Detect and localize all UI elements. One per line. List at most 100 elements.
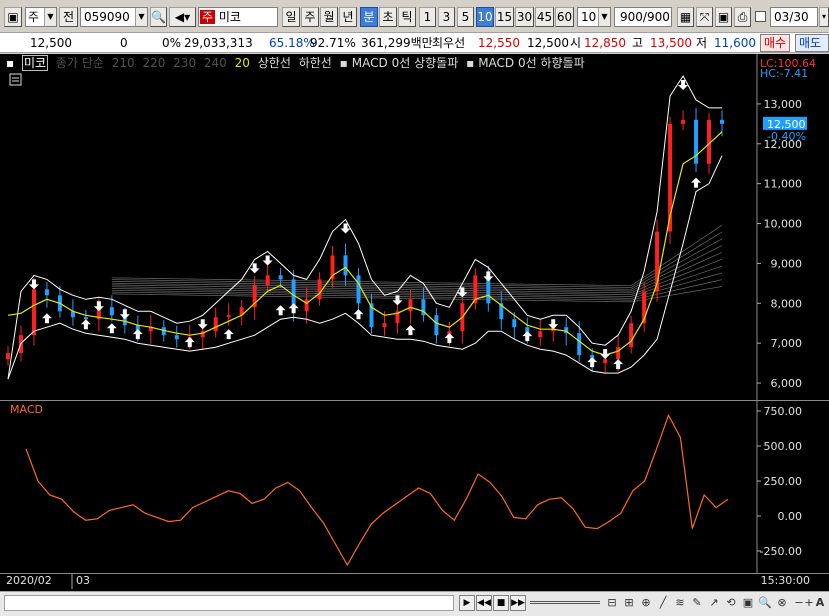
candle-body: [356, 275, 361, 304]
price-tick-label: 13,000: [764, 98, 803, 111]
period-day-button[interactable]: 일: [282, 7, 300, 27]
candle-body: [603, 359, 608, 364]
candle-body: [577, 333, 582, 356]
bottom-toolbar: ▶ ◀◀ ■ ▶▶ ⊟ ⊞ ⊕ ╱ ≋ ✎ ↗ ⟲ ▣ 🔍 ⊗ − + A: [0, 591, 829, 616]
interval-45-button[interactable]: 45: [535, 7, 554, 27]
count-field[interactable]: 900/900: [614, 7, 672, 27]
sell-signal-arrow: [28, 279, 39, 290]
macd-title: MACD: [10, 403, 43, 416]
scroll-first-button[interactable]: ◀◀: [476, 595, 492, 611]
candle-body: [538, 331, 543, 338]
period-year-button[interactable]: 년: [339, 7, 357, 27]
stop-button[interactable]: ■: [493, 595, 509, 611]
period-week-button[interactable]: 주: [301, 7, 319, 27]
interval-60-button[interactable]: 60: [555, 7, 574, 27]
interval-30-button[interactable]: 30: [515, 7, 534, 27]
line-tool-icon[interactable]: ╱: [655, 595, 671, 611]
scroll-last-button[interactable]: ▶▶: [510, 595, 526, 611]
candle-body: [681, 119, 686, 124]
search-icon[interactable]: 🔍: [150, 7, 167, 27]
scroll-right-button[interactable]: ▶: [459, 595, 475, 611]
speaker-icon[interactable]: ◀▾: [169, 7, 196, 27]
price-tick-label: 9,000: [771, 257, 803, 270]
buy-signal-arrow: [223, 329, 234, 340]
chart-scrollbar-track[interactable]: [4, 595, 454, 611]
chart-area[interactable]: ▪ 미코 종가 단순 210 220 230 240 20 상한선 하한선 ▪ M…: [0, 54, 829, 591]
candle-body: [343, 255, 348, 276]
long-ma-line: [111, 238, 723, 290]
fibo-tool-icon[interactable]: ≋: [672, 595, 688, 611]
sell-signal-arrow: [600, 349, 611, 360]
interval-15-button[interactable]: 15: [495, 7, 514, 27]
interval-select[interactable]: 10 ▼: [577, 7, 611, 27]
zoom-out-icon[interactable]: ⊟: [604, 595, 620, 611]
low-price: 11,600: [714, 36, 756, 50]
interval-5-button[interactable]: 5: [457, 7, 474, 27]
chevron-down-icon: ▼: [44, 8, 56, 26]
candle-body: [174, 335, 179, 340]
high-label: 고: [632, 36, 644, 50]
price-macd-chart[interactable]: 13,00012,00011,00010,0009,0008,0007,0006…: [0, 54, 829, 591]
period-month-button[interactable]: 월: [320, 7, 338, 27]
buy-signal-arrow: [275, 305, 286, 316]
buy-button[interactable]: 매수: [760, 34, 791, 52]
delete-icon[interactable]: ⊗: [774, 595, 790, 611]
date-spin-button[interactable]: ▾: [819, 7, 829, 27]
text-tool-icon[interactable]: ✎: [689, 595, 705, 611]
stock-code-value: 059090: [84, 10, 130, 24]
grid-icon[interactable]: ▦: [677, 7, 694, 27]
interval-1-button[interactable]: 1: [419, 7, 436, 27]
sell-signal-arrow: [93, 301, 104, 312]
date-field[interactable]: 03/30: [770, 7, 818, 27]
candle-body: [616, 347, 621, 360]
ratio-1: 65.18%: [269, 36, 315, 50]
price-tick-label: 8,000: [771, 297, 803, 310]
stock-name-field[interactable]: 주 미코: [198, 7, 278, 27]
current-price: 12,500: [30, 36, 72, 50]
candle-body: [31, 289, 36, 336]
period-tick-button[interactable]: 틱: [398, 7, 416, 27]
macd-tick-label: 0.00: [778, 510, 803, 523]
candle-body: [226, 315, 231, 318]
magnify-icon[interactable]: 🔍: [757, 595, 773, 611]
cycle-tool-icon[interactable]: ⟲: [723, 595, 739, 611]
interval-3-button[interactable]: 3: [438, 7, 455, 27]
camera-icon[interactable]: ▣: [740, 595, 756, 611]
zoom-slider[interactable]: [530, 601, 600, 604]
view-button[interactable]: 전: [59, 7, 78, 27]
volume: 29,033,313: [184, 36, 253, 50]
period-second-button[interactable]: 초: [379, 7, 397, 27]
sell-signal-arrow: [119, 309, 130, 320]
crosshair-icon[interactable]: ⊕: [638, 595, 654, 611]
period-minute-button[interactable]: 분: [360, 7, 378, 27]
print-icon[interactable]: ⎙: [734, 7, 751, 27]
zoom-in-icon[interactable]: ⊞: [621, 595, 637, 611]
macd-tick-label: -250.00: [760, 545, 802, 558]
price-tick-label: 10,000: [764, 218, 803, 231]
window-menu-icon[interactable]: ▣: [4, 7, 22, 27]
low-label: 저: [696, 36, 708, 50]
price-tick-label: 7,000: [771, 337, 803, 350]
candle-body: [317, 279, 322, 300]
stock-code-input[interactable]: 059090 ▼: [80, 7, 148, 27]
macd-tick-label: 750.00: [764, 405, 803, 418]
buy-signal-arrow: [132, 329, 143, 340]
candle-body: [304, 299, 309, 312]
sell-button[interactable]: 매도: [795, 34, 829, 52]
sell-signal-arrow: [197, 319, 208, 330]
long-ma-line: [111, 252, 723, 294]
high-price: 13,500: [650, 36, 692, 50]
arrow-tool-icon[interactable]: ↗: [706, 595, 722, 611]
date-checkbox[interactable]: [755, 11, 766, 22]
tool-icon[interactable]: ⤧: [696, 7, 713, 27]
candle-body: [629, 323, 634, 348]
time-axis-end: 15:30:00: [761, 574, 810, 587]
interval-10-button[interactable]: 10: [476, 7, 494, 27]
current-pct-label: -0.40%: [767, 130, 806, 143]
stock-name-value: 미코: [218, 10, 241, 24]
market-select[interactable]: 주 ▼: [25, 7, 57, 27]
save-icon[interactable]: ▣: [715, 7, 732, 27]
auto-scale-icon[interactable]: A: [812, 595, 828, 611]
count-value: 900: [620, 10, 643, 24]
buy-signal-arrow: [41, 313, 52, 324]
